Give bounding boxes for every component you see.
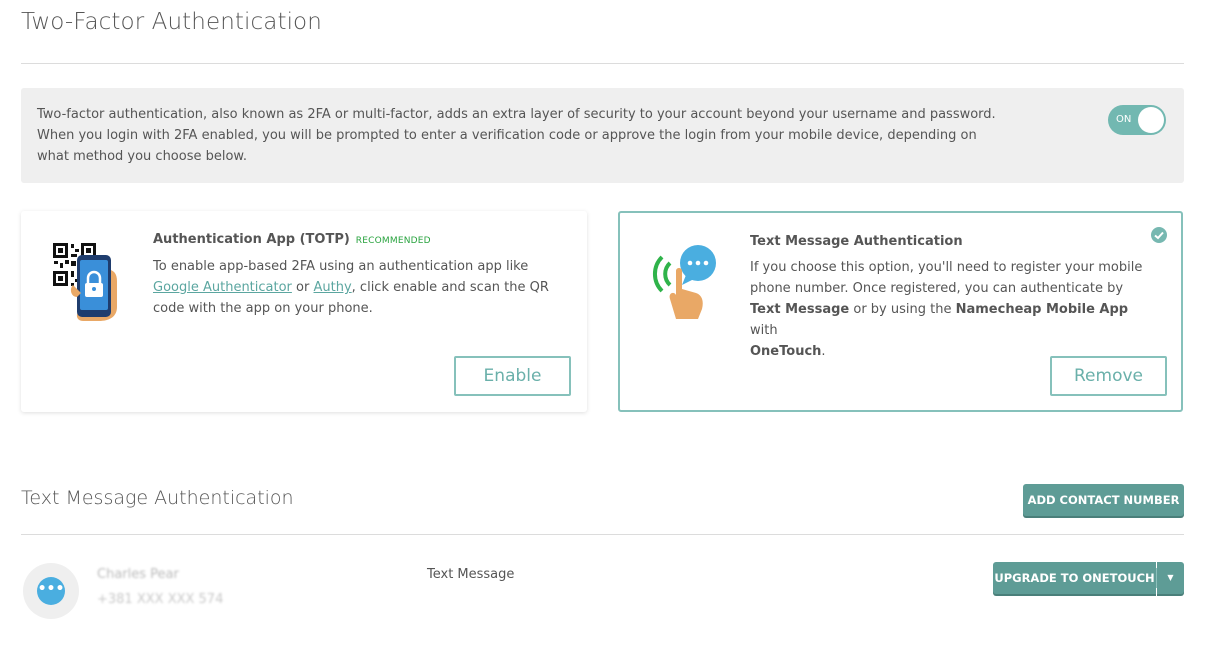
sms-bold-text-message: Text Message [750,302,850,317]
totp-desc-before: To enable app-based 2FA using an authent… [153,259,529,274]
intro-text: Two-factor authentication, also known as… [37,107,996,164]
sms-desc-3: with [750,323,778,338]
chevron-down-icon[interactable]: ▼ [1157,562,1184,594]
totp-description: To enable app-based 2FA using an authent… [153,256,573,319]
totp-title-text: Authentication App (TOTP) [153,232,350,247]
authy-link[interactable]: Authy [314,280,352,295]
chat-bubble-icon: ••• [37,577,65,605]
phone-lock-icon [51,241,125,327]
toggle-knob [1138,107,1164,133]
sms-desc-1: If you choose this option, you'll need t… [750,260,1143,296]
section-divider [21,534,1184,535]
recommended-badge: RECOMMENDED [355,236,431,246]
title-divider [21,63,1184,64]
sms-card-body: Text Message Authentication If you choos… [750,233,1150,362]
totp-or-text: or [296,280,310,295]
sms-title: Text Message Authentication [750,234,963,249]
toggle-label: ON [1116,114,1132,125]
page-title: Two-Factor Authentication [21,9,322,35]
remove-button[interactable]: Remove [1050,356,1167,396]
totp-method-card[interactable]: Authentication App (TOTP) RECOMMENDED To … [21,211,587,412]
contact-method: Text Message [427,567,515,582]
sms-desc-4: . [821,344,826,359]
sms-desc-2: or by using the [853,302,952,317]
sms-section-title: Text Message Authentication [21,487,294,509]
selected-check-icon [1151,227,1167,243]
avatar: ••• [23,563,79,619]
google-authenticator-link[interactable]: Google Authenticator [153,280,292,295]
enable-button[interactable]: Enable [454,356,571,396]
upgrade-split-button: UPGRADE TO ONETOUCH ▼ [993,562,1184,594]
totp-title: Authentication App (TOTP) RECOMMENDED [153,231,573,250]
contact-phone: +381 XXX XXX 574 [97,592,224,607]
sms-description: If you choose this option, you'll need t… [750,257,1150,362]
contact-name: Charles Pear [97,567,179,582]
upgrade-to-onetouch-button[interactable]: UPGRADE TO ONETOUCH [993,562,1156,594]
tap-message-icon [650,243,724,329]
add-contact-number-button[interactable]: ADD CONTACT NUMBER [1023,484,1184,516]
sms-method-card[interactable]: Text Message Authentication If you choos… [618,211,1183,412]
sms-bold-mobile-app: Namecheap Mobile App [955,302,1129,317]
two-factor-toggle[interactable]: ON [1108,105,1166,135]
sms-bold-onetouch: OneTouch [750,344,822,359]
intro-panel: Two-factor authentication, also known as… [21,88,1184,183]
totp-card-body: Authentication App (TOTP) RECOMMENDED To … [153,231,573,319]
